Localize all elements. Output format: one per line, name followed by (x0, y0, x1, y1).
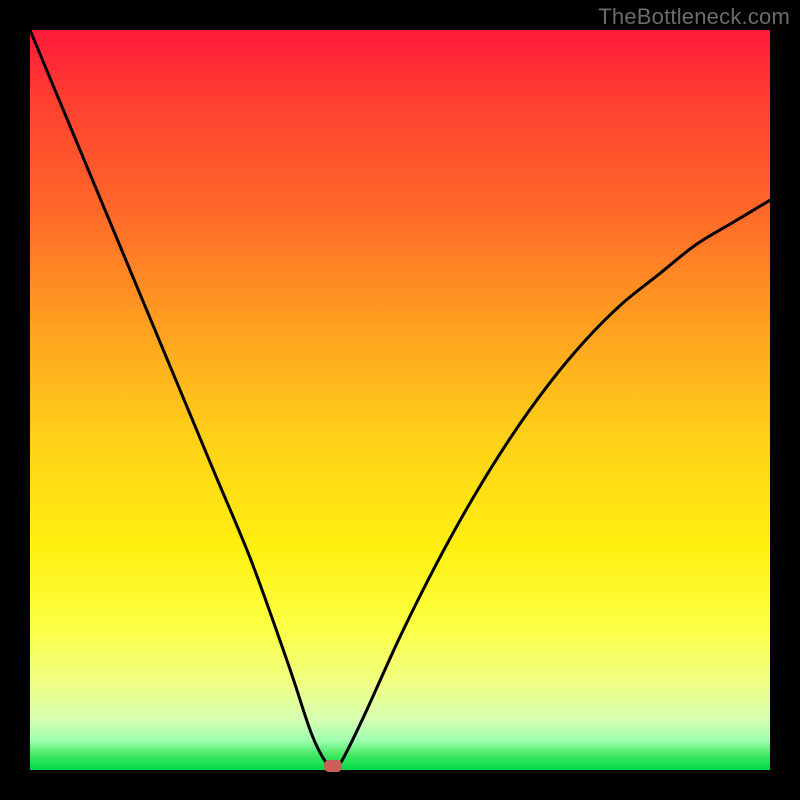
watermark-text: TheBottleneck.com (598, 4, 790, 30)
chart-plot-area (30, 30, 770, 770)
bottleneck-curve (30, 30, 770, 770)
minimum-marker (324, 760, 342, 772)
